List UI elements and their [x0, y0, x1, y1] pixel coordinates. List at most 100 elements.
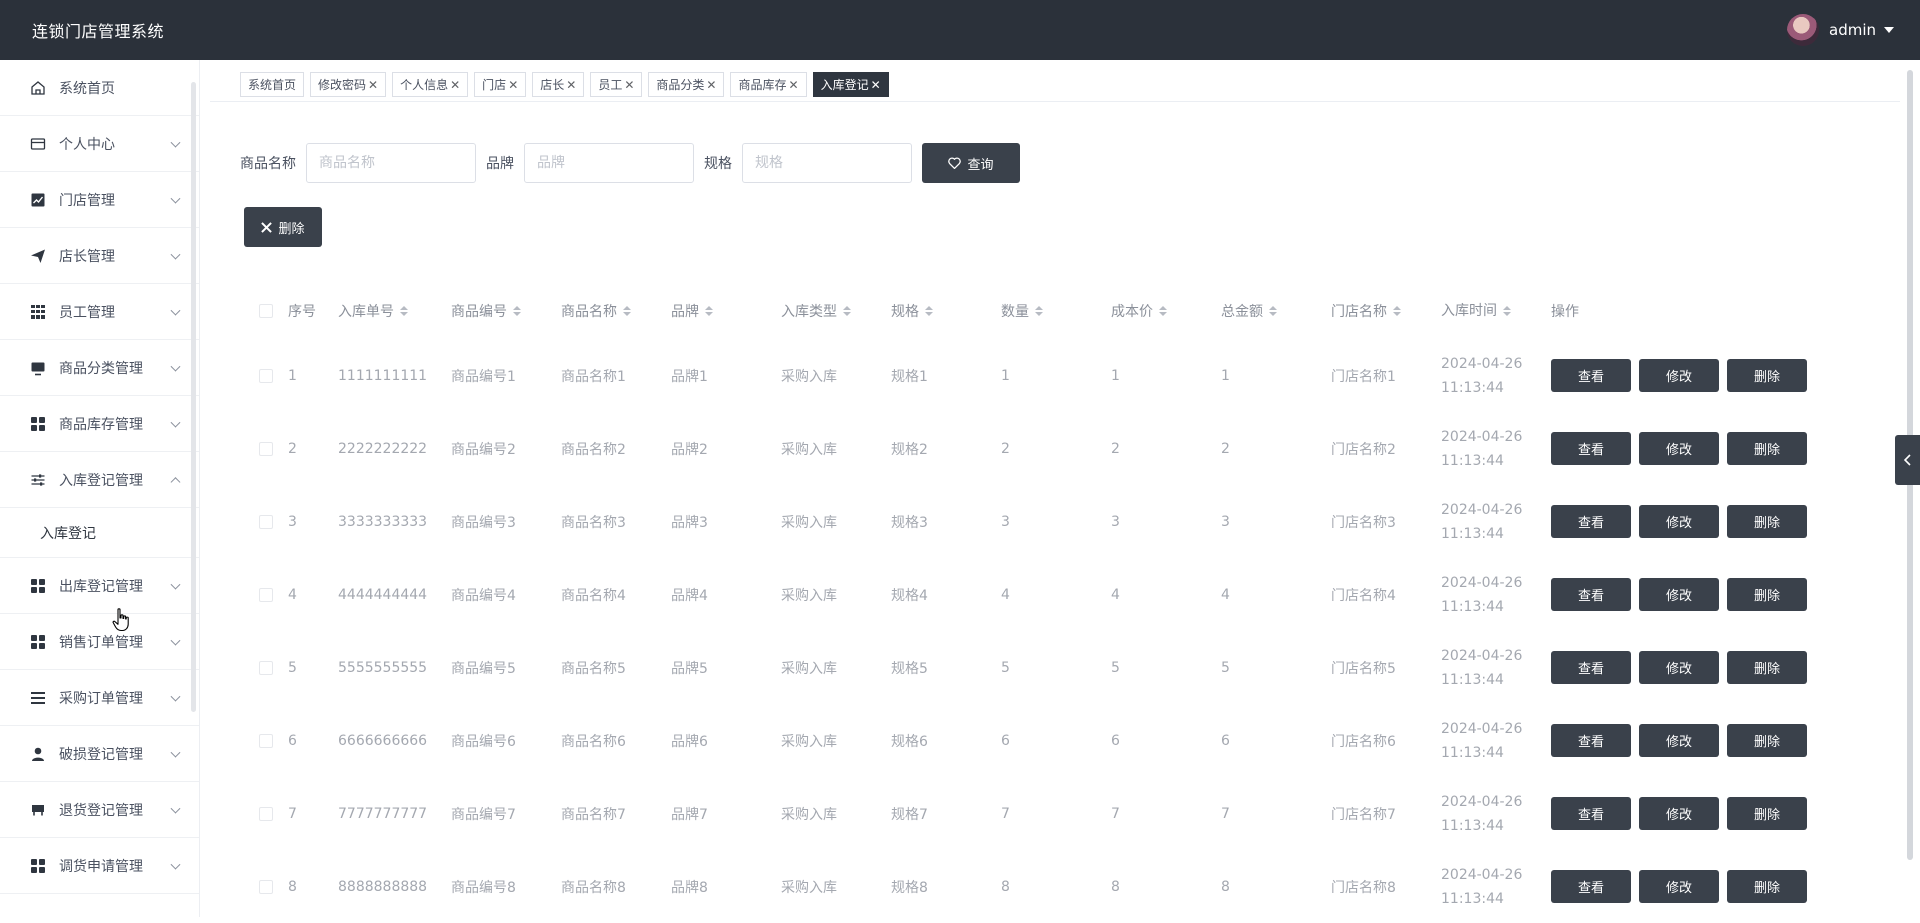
- view-button[interactable]: 查看: [1551, 724, 1631, 757]
- column-header[interactable]: 规格: [891, 301, 1001, 321]
- brand-input[interactable]: [524, 143, 694, 183]
- tab-3[interactable]: 个人信息 ✕: [392, 72, 469, 97]
- column-header[interactable]: 入库类型: [781, 301, 891, 321]
- sort-icon[interactable]: [1159, 306, 1167, 316]
- sidebar-item-12[interactable]: 破损登记管理: [0, 726, 199, 782]
- edit-button[interactable]: 修改: [1639, 797, 1719, 830]
- tab-7[interactable]: 商品分类 ✕: [648, 72, 725, 97]
- user-menu[interactable]: admin: [1787, 14, 1920, 46]
- sidebar-item-5[interactable]: 员工管理: [0, 284, 199, 340]
- delete-button[interactable]: 删除: [1727, 724, 1807, 757]
- chevron-up-icon[interactable]: [170, 476, 181, 487]
- edit-button[interactable]: 修改: [1639, 578, 1719, 611]
- chevron-down-icon[interactable]: [170, 803, 181, 814]
- column-header[interactable]: 商品名称: [561, 301, 671, 321]
- sort-icon[interactable]: [1393, 306, 1401, 316]
- close-icon[interactable]: ✕: [624, 78, 634, 92]
- collapse-handle[interactable]: [1895, 435, 1920, 485]
- spec-input[interactable]: [742, 143, 912, 183]
- chevron-down-icon[interactable]: [170, 305, 181, 316]
- row-checkbox[interactable]: [259, 660, 273, 675]
- chevron-down-icon[interactable]: [170, 859, 181, 870]
- sort-icon[interactable]: [513, 306, 521, 316]
- sort-icon[interactable]: [843, 306, 851, 316]
- delete-button[interactable]: 删除: [1727, 505, 1807, 538]
- sidebar-item-9[interactable]: 出库登记管理: [0, 558, 199, 614]
- sidebar-item-3[interactable]: 门店管理: [0, 172, 199, 228]
- goods-name-input[interactable]: [306, 143, 476, 183]
- column-header[interactable]: 成本价: [1111, 301, 1221, 321]
- tab-8[interactable]: 商品库存 ✕: [730, 72, 807, 97]
- delete-button[interactable]: 删除: [1727, 651, 1807, 684]
- sidebar-item-14[interactable]: 调货申请管理: [0, 838, 199, 894]
- edit-button[interactable]: 修改: [1639, 870, 1719, 903]
- row-checkbox[interactable]: [259, 806, 273, 821]
- batch-delete-button[interactable]: 删除: [244, 207, 322, 247]
- tab-4[interactable]: 门店 ✕: [474, 72, 527, 97]
- sidebar-item-1[interactable]: 系统首页: [0, 60, 199, 116]
- delete-button[interactable]: 删除: [1727, 578, 1807, 611]
- sidebar-item-8[interactable]: 入库登记管理: [0, 452, 199, 508]
- sidebar-item-2[interactable]: 个人中心: [0, 116, 199, 172]
- tab-2[interactable]: 修改密码 ✕: [310, 72, 387, 97]
- sidebar-item-11[interactable]: 采购订单管理: [0, 670, 199, 726]
- row-checkbox[interactable]: [259, 441, 273, 456]
- tab-9[interactable]: 入库登记 ✕: [812, 72, 889, 97]
- query-button[interactable]: 查询: [922, 143, 1020, 183]
- row-checkbox[interactable]: [259, 879, 273, 894]
- sidebar-item-13[interactable]: 退货登记管理: [0, 782, 199, 838]
- view-button[interactable]: 查看: [1551, 359, 1631, 392]
- edit-button[interactable]: 修改: [1639, 724, 1719, 757]
- tab-6[interactable]: 员工 ✕: [590, 72, 643, 97]
- chevron-down-icon[interactable]: [170, 137, 181, 148]
- close-icon[interactable]: ✕: [450, 78, 460, 92]
- column-header[interactable]: 门店名称: [1331, 301, 1441, 321]
- column-header[interactable]: 品牌: [671, 301, 781, 321]
- chevron-down-icon[interactable]: [170, 361, 181, 372]
- view-button[interactable]: 查看: [1551, 505, 1631, 538]
- edit-button[interactable]: 修改: [1639, 505, 1719, 538]
- sort-icon[interactable]: [925, 306, 933, 316]
- sidebar-item-7[interactable]: 商品库存管理: [0, 396, 199, 452]
- edit-button[interactable]: 修改: [1639, 359, 1719, 392]
- view-button[interactable]: 查看: [1551, 578, 1631, 611]
- close-icon[interactable]: ✕: [789, 78, 799, 92]
- sidebar-item-4[interactable]: 店长管理: [0, 228, 199, 284]
- view-button[interactable]: 查看: [1551, 870, 1631, 903]
- sidebar-item-6[interactable]: 商品分类管理: [0, 340, 199, 396]
- column-header[interactable]: 数量: [1001, 301, 1111, 321]
- tab-1[interactable]: 系统首页: [240, 72, 305, 97]
- submenu-item-inbound-register[interactable]: 入库登记: [0, 508, 199, 558]
- delete-button[interactable]: 删除: [1727, 797, 1807, 830]
- close-icon[interactable]: ✕: [871, 78, 881, 92]
- column-header[interactable]: 总金额: [1221, 301, 1331, 321]
- view-button[interactable]: 查看: [1551, 432, 1631, 465]
- chevron-down-icon[interactable]: [170, 579, 181, 590]
- user-name[interactable]: admin: [1829, 21, 1876, 39]
- sort-icon[interactable]: [1503, 306, 1511, 316]
- chevron-down-icon[interactable]: [170, 249, 181, 260]
- edit-button[interactable]: 修改: [1639, 651, 1719, 684]
- sort-icon[interactable]: [1269, 306, 1277, 316]
- edit-button[interactable]: 修改: [1639, 432, 1719, 465]
- caret-down-icon[interactable]: [1884, 27, 1894, 33]
- row-checkbox[interactable]: [259, 733, 273, 748]
- close-icon[interactable]: ✕: [706, 78, 716, 92]
- column-header[interactable]: 商品编号: [451, 301, 561, 321]
- sort-icon[interactable]: [1035, 306, 1043, 316]
- tab-5[interactable]: 店长 ✕: [532, 72, 585, 97]
- chevron-down-icon[interactable]: [170, 691, 181, 702]
- view-button[interactable]: 查看: [1551, 651, 1631, 684]
- sort-icon[interactable]: [400, 306, 408, 316]
- chevron-down-icon[interactable]: [170, 417, 181, 428]
- avatar[interactable]: [1787, 14, 1819, 46]
- select-all-checkbox[interactable]: [259, 304, 273, 318]
- close-icon[interactable]: ✕: [566, 78, 576, 92]
- row-checkbox[interactable]: [259, 368, 273, 383]
- delete-button[interactable]: 删除: [1727, 432, 1807, 465]
- chevron-down-icon[interactable]: [170, 635, 181, 646]
- row-checkbox[interactable]: [259, 514, 273, 529]
- delete-button[interactable]: 删除: [1727, 359, 1807, 392]
- column-header[interactable]: 入库单号: [338, 301, 451, 321]
- delete-button[interactable]: 删除: [1727, 870, 1807, 903]
